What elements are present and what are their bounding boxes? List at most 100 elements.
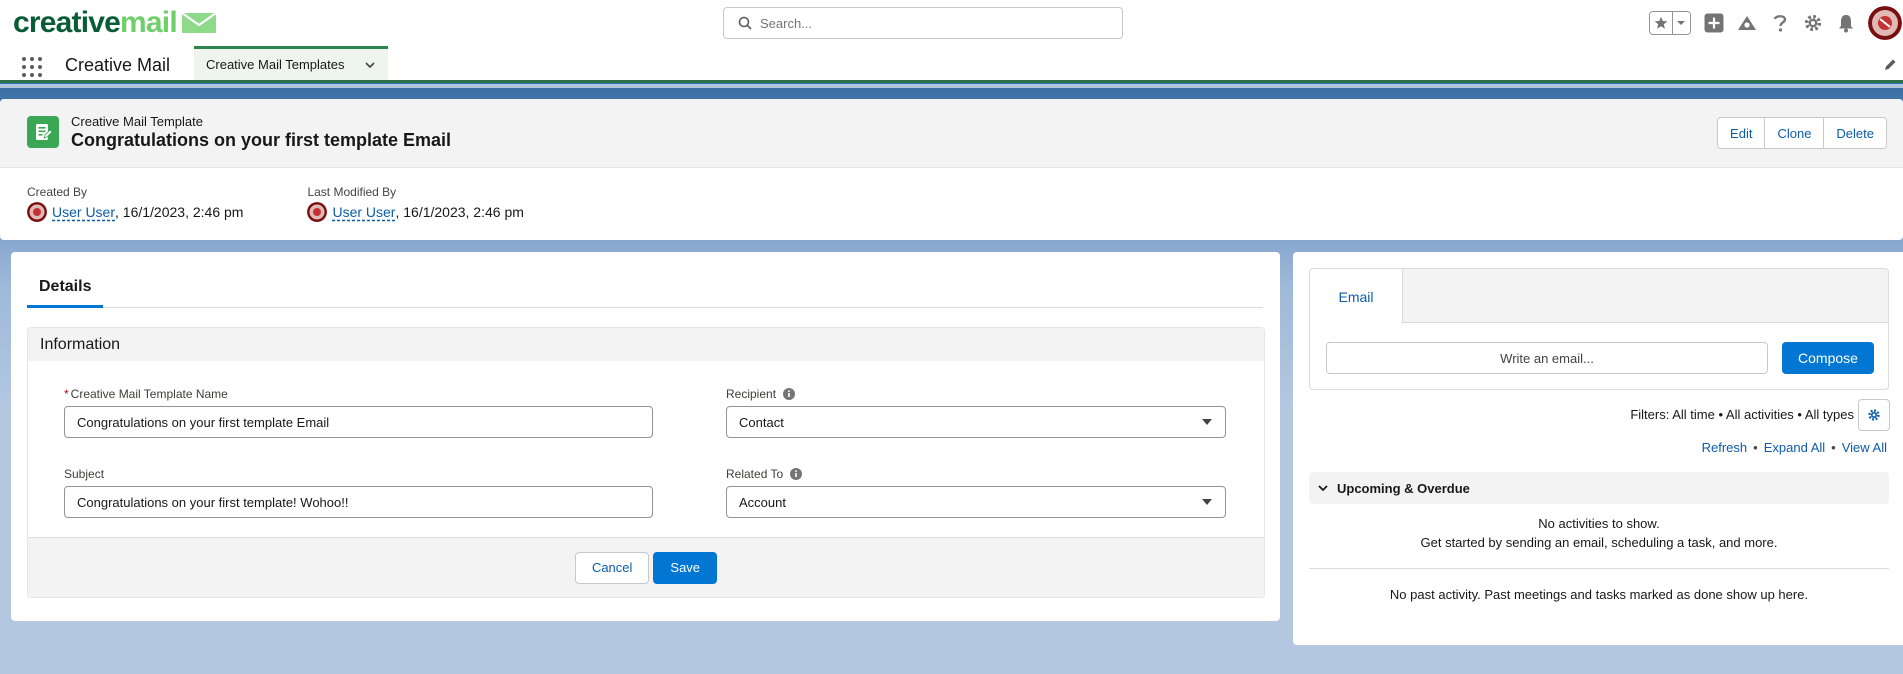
write-email-input[interactable]: Write an email...: [1326, 342, 1768, 374]
form-footer: Cancel Save: [28, 537, 1264, 597]
logo-text-mail: mail: [120, 6, 178, 39]
template-name-input[interactable]: Congratulations on your first template E…: [64, 406, 653, 438]
cancel-button[interactable]: Cancel: [574, 551, 650, 584]
chevron-down-icon: [1677, 21, 1686, 25]
no-activities-text: No activities to show.: [1538, 516, 1660, 531]
global-header: creative mail: [0, 0, 1903, 46]
recipient-value: Contact: [739, 414, 784, 430]
global-actions-button[interactable]: [1703, 12, 1725, 34]
last-modified-by-timestamp: , 16/1/2023, 2:46 pm: [395, 204, 524, 220]
favorites-menu-button[interactable]: [1672, 12, 1690, 34]
no-past-activity-text: No past activity. Past meetings and task…: [1389, 587, 1809, 602]
related-to-value: Account: [739, 494, 786, 510]
required-indicator: *: [64, 387, 69, 401]
record-highlights: Created By User User , 16/1/2023, 2:46 p…: [27, 185, 588, 222]
created-by-label: Created By: [27, 185, 88, 199]
clone-button[interactable]: Clone: [1764, 118, 1824, 148]
empty-activities-message: No activities to show. Get started by se…: [1309, 514, 1889, 552]
created-by-user-link[interactable]: User User: [52, 204, 115, 220]
edit-nav-icon[interactable]: [1883, 58, 1897, 72]
avatar: [27, 202, 47, 222]
created-by-timestamp: , 16/1/2023, 2:46 pm: [115, 204, 244, 220]
record-object-type: Creative Mail Template: [71, 114, 203, 129]
tab-email[interactable]: Email: [1310, 269, 1403, 324]
trailhead-button[interactable]: [1736, 12, 1758, 34]
related-to-field: Related To Account: [726, 466, 1226, 518]
dropdown-arrow-icon: [1202, 499, 1212, 505]
dropdown-arrow-icon: [1202, 419, 1212, 425]
avatar: [307, 202, 328, 222]
app-navigation-bar: Creative Mail Creative Mail Templates: [0, 46, 1903, 84]
activity-settings-button[interactable]: [1858, 399, 1890, 431]
record-header: Creative Mail Template Congratulations o…: [0, 99, 1903, 240]
details-card: Details Information * Creative Mail Temp…: [11, 252, 1280, 621]
activity-links: Refresh • Expand All • View All: [1702, 440, 1887, 455]
section-header[interactable]: Information: [28, 328, 1264, 361]
compose-button[interactable]: Compose: [1782, 342, 1874, 374]
refresh-link[interactable]: Refresh: [1702, 440, 1748, 455]
star-icon: [1654, 16, 1668, 29]
chevron-down-icon[interactable]: [364, 59, 376, 71]
gear-icon: [1804, 14, 1822, 32]
user-avatar[interactable]: [1868, 6, 1902, 40]
expand-all-link[interactable]: Expand All: [1764, 440, 1825, 455]
envelope-logo-icon: [181, 12, 217, 33]
app-name: Creative Mail: [65, 55, 171, 75]
link-separator: •: [1753, 440, 1758, 455]
get-started-text: Get started by sending an email, schedul…: [1420, 535, 1778, 550]
info-icon[interactable]: [783, 388, 796, 400]
edit-button[interactable]: Edit: [1718, 118, 1765, 148]
subject-input[interactable]: Congratulations on your first template! …: [64, 486, 653, 518]
last-modified-by-highlight: Last Modified By User User , 16/1/2023, …: [307, 185, 524, 222]
favorites-group: [1649, 11, 1691, 35]
activity-panel: Email Write an email... Compose Filters:…: [1293, 252, 1903, 645]
nav-tab-label: Creative Mail Templates: [206, 57, 345, 72]
help-button[interactable]: [1769, 12, 1791, 34]
avatar-image: [1868, 6, 1902, 40]
activity-tabs: Email: [1310, 269, 1888, 324]
recipient-label: Recipient: [726, 387, 777, 401]
record-header-top: Creative Mail Template Congratulations o…: [0, 99, 1903, 168]
chevron-down-icon: [1318, 485, 1328, 492]
global-search[interactable]: [723, 7, 1123, 39]
template-name-field: * Creative Mail Template Name Congratula…: [64, 386, 653, 438]
subject-field: Subject Congratulations on your first te…: [64, 466, 653, 518]
view-all-link[interactable]: View All: [1842, 440, 1887, 455]
tab-details[interactable]: Details: [27, 268, 104, 308]
record-actions: Edit Clone Delete: [1717, 117, 1887, 149]
last-modified-by-user-link[interactable]: User User: [332, 204, 395, 220]
help-icon: [1773, 15, 1787, 32]
bell-icon: [1839, 15, 1853, 33]
nav-tab-creative-mail-templates[interactable]: Creative Mail Templates: [194, 46, 388, 80]
info-icon[interactable]: [790, 468, 803, 480]
activity-tabset: Email Write an email... Compose: [1309, 268, 1889, 390]
created-by-highlight: Created By User User , 16/1/2023, 2:46 p…: [27, 185, 243, 222]
template-name-label: Creative Mail Template Name: [70, 387, 228, 401]
plus-icon: [1704, 13, 1724, 33]
search-input[interactable]: [760, 15, 1100, 31]
delete-button[interactable]: Delete: [1823, 118, 1886, 148]
details-tabbar: Details: [27, 268, 1263, 308]
template-icon: [36, 124, 53, 140]
recipient-select[interactable]: Contact: [726, 406, 1226, 438]
recipient-field: Recipient Contact: [726, 386, 1226, 438]
related-to-label: Related To: [726, 467, 784, 481]
setup-button[interactable]: [1802, 12, 1824, 34]
related-to-select[interactable]: Account: [726, 486, 1226, 518]
compose-row: Write an email... Compose: [1326, 342, 1874, 376]
information-section: Information * Creative Mail Template Nam…: [27, 327, 1265, 598]
favorites-button[interactable]: [1650, 12, 1673, 34]
gear-icon: [1868, 409, 1880, 421]
trailhead-icon: [1738, 16, 1756, 30]
activity-filters-text: Filters: All time • All activities • All…: [1630, 407, 1854, 422]
notifications-button[interactable]: [1835, 12, 1857, 34]
divider: [1309, 568, 1889, 569]
save-button[interactable]: Save: [653, 551, 718, 584]
record-title: Congratulations on your first template E…: [71, 130, 452, 150]
header-utility-icons: [1649, 6, 1903, 40]
last-modified-by-label: Last Modified By: [307, 185, 397, 199]
upcoming-overdue-section[interactable]: Upcoming & Overdue: [1309, 472, 1889, 504]
search-icon: [738, 16, 752, 30]
creative-mail-logo[interactable]: creative mail: [13, 6, 217, 40]
app-launcher-icon[interactable]: [22, 57, 42, 77]
